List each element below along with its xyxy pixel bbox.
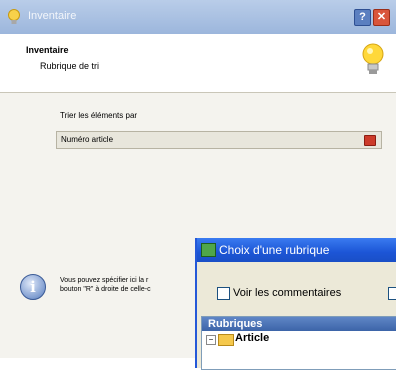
window-title: Inventaire [28, 10, 77, 22]
title-bar: Inventaire ? ✕ [0, 0, 396, 34]
app-icon [201, 243, 216, 257]
info-icon: i [20, 274, 46, 300]
sort-field[interactable]: Numéro article [56, 131, 382, 149]
dialog-title-bar: Choix d'une rubrique [197, 238, 396, 262]
wizard-header: Inventaire Rubrique de tri [0, 34, 396, 93]
sort-field-value: Numéro article [61, 135, 114, 144]
second-checkbox[interactable] [388, 287, 396, 300]
close-button[interactable]: ✕ [373, 9, 390, 26]
info-text-line1: Vous pouvez spécifier ici la r [60, 277, 149, 284]
show-comments-checkbox[interactable] [217, 287, 230, 300]
folder-icon [218, 334, 234, 346]
tree-item-article[interactable]: − Article [202, 332, 396, 346]
dropdown-icon[interactable] [364, 135, 376, 146]
lightbulb-icon [362, 43, 384, 74]
header-title: Inventaire [26, 45, 69, 55]
choose-field-dialog: Choix d'une rubrique Voir les commentair… [195, 238, 396, 370]
info-text-line2: bouton "R" à droite de celle-c [60, 286, 151, 293]
tree-item-label: Article [235, 332, 270, 344]
sort-label: Trier les éléments par [60, 111, 138, 120]
dialog-title: Choix d'une rubrique [219, 243, 330, 257]
header-subtitle: Rubrique de tri [40, 61, 100, 71]
help-button[interactable]: ? [354, 9, 371, 26]
show-comments-label: Voir les commentaires [233, 287, 342, 299]
bulb-icon [8, 9, 20, 24]
fields-tree[interactable]: Rubriques − Article [201, 316, 396, 370]
collapse-icon[interactable]: − [206, 335, 216, 345]
tree-header: Rubriques [202, 317, 396, 331]
